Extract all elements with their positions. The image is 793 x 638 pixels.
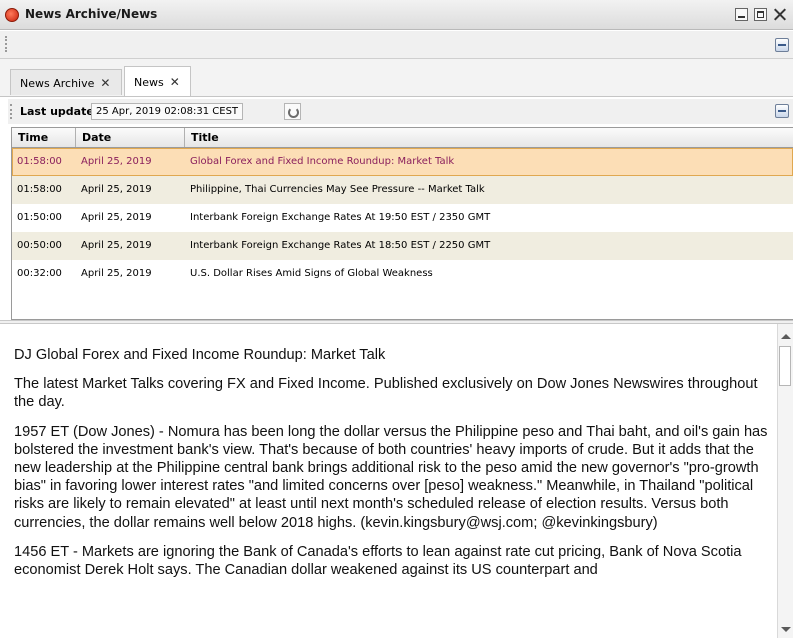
- cell-title: Interbank Foreign Exchange Rates At 19:5…: [190, 212, 491, 223]
- table-row[interactable]: 01:50:00 April 25, 2019 Interbank Foreig…: [12, 204, 793, 232]
- maximize-icon[interactable]: [754, 8, 767, 21]
- tab-label: News Archive: [20, 77, 95, 90]
- column-header-time[interactable]: Time: [12, 128, 76, 147]
- table-row[interactable]: 01:58:00 April 25, 2019 Global Forex and…: [12, 148, 793, 176]
- tab-news[interactable]: News ✕: [124, 66, 191, 96]
- cell-time: 00:32:00: [17, 268, 62, 279]
- tab-label: News: [134, 76, 164, 89]
- article-body: DJ Global Forex and Fixed Income Roundup…: [11, 324, 775, 638]
- refresh-icon[interactable]: [284, 103, 301, 120]
- close-tab-icon[interactable]: ✕: [100, 76, 110, 90]
- cell-title: Interbank Foreign Exchange Rates At 18:5…: [190, 240, 491, 251]
- cell-time: 01:58:00: [17, 184, 62, 195]
- table-header: Time Date Title: [12, 128, 793, 148]
- scroll-down-icon[interactable]: [781, 627, 791, 632]
- last-updated-value: 25 Apr, 2019 02:08:31 CEST: [91, 103, 244, 120]
- cell-time: 00:50:00: [17, 240, 62, 251]
- cell-date: April 25, 2019: [81, 268, 152, 279]
- window-title: News Archive/News: [25, 7, 158, 21]
- tab-strip: News Archive ✕ News ✕: [0, 59, 793, 97]
- panel-menu-icon[interactable]: [775, 104, 789, 118]
- scroll-up-icon[interactable]: [781, 334, 791, 339]
- top-toolbar: [0, 31, 793, 59]
- column-header-date[interactable]: Date: [76, 128, 185, 147]
- column-header-title[interactable]: Title: [185, 128, 793, 147]
- article-paragraph: 1456 ET - Markets are ignoring the Bank …: [14, 543, 742, 579]
- tab-divider: [0, 96, 793, 97]
- article-paragraph: The latest Market Talks covering FX and …: [14, 376, 758, 411]
- app-logo-icon: [5, 8, 19, 22]
- cell-date: April 25, 2019: [81, 156, 152, 167]
- cell-time: 01:50:00: [17, 212, 62, 223]
- article-headline: DJ Global Forex and Fixed Income Roundup…: [14, 347, 386, 363]
- table-row[interactable]: 01:58:00 April 25, 2019 Philippine, Thai…: [12, 176, 793, 204]
- news-toolbar: Last updated: 25 Apr, 2019 02:08:31 CEST: [8, 99, 793, 124]
- cell-title: U.S. Dollar Rises Amid Signs of Global W…: [190, 268, 433, 279]
- scrollbar-thumb[interactable]: [779, 346, 791, 386]
- panel-menu-icon[interactable]: [775, 38, 789, 52]
- cell-title: Philippine, Thai Currencies May See Pres…: [190, 184, 485, 195]
- window-titlebar: News Archive/News: [0, 0, 793, 30]
- cell-date: April 25, 2019: [81, 240, 152, 251]
- news-table: Time Date Title 01:58:00 April 25, 2019 …: [11, 127, 793, 320]
- toolbar-grip[interactable]: [10, 104, 14, 119]
- table-row[interactable]: 00:50:00 April 25, 2019 Interbank Foreig…: [12, 232, 793, 260]
- cell-date: April 25, 2019: [81, 184, 152, 195]
- close-icon[interactable]: [773, 8, 786, 21]
- tab-news-archive[interactable]: News Archive ✕: [10, 69, 122, 95]
- article-paragraph: 1957 ET (Dow Jones) - Nomura has been lo…: [14, 423, 768, 531]
- cell-title: Global Forex and Fixed Income Roundup: M…: [190, 156, 455, 167]
- toolbar-grip[interactable]: [5, 36, 9, 52]
- minimize-icon[interactable]: [735, 8, 748, 21]
- table-row[interactable]: 00:32:00 April 25, 2019 U.S. Dollar Rise…: [12, 260, 793, 288]
- article-scrollbar[interactable]: [777, 324, 793, 638]
- cell-date: April 25, 2019: [81, 212, 152, 223]
- cell-time: 01:58:00: [17, 156, 62, 167]
- close-tab-icon[interactable]: ✕: [170, 75, 180, 89]
